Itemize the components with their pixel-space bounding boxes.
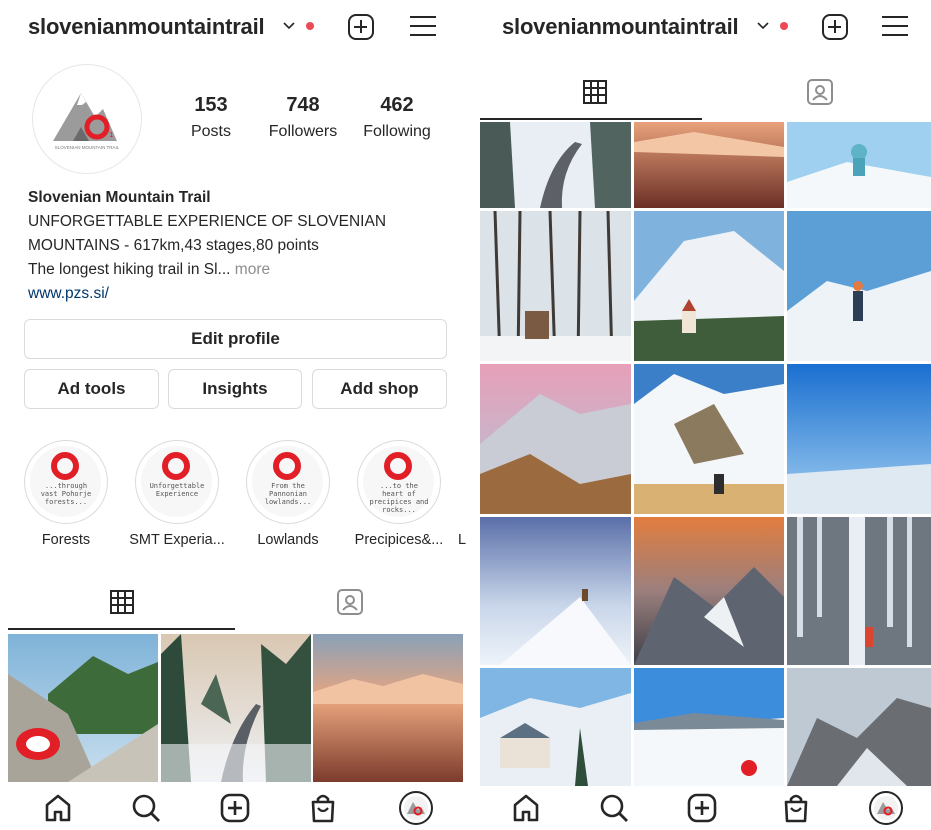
stat-following-value: 462 [380, 94, 414, 116]
chevron-down-icon[interactable] [282, 20, 296, 30]
edit-profile-button[interactable]: Edit profile [24, 319, 447, 359]
tab-tagged[interactable] [702, 72, 931, 120]
create-icon[interactable] [684, 790, 720, 826]
highlight-label: Lowlands [257, 532, 319, 548]
post-thumbnail[interactable] [8, 634, 158, 782]
profile-screen-scrolled: slovenianmountaintrail [472, 0, 931, 830]
tab-grid[interactable] [472, 72, 702, 120]
svg-text:1: 1 [109, 131, 113, 139]
profile-tabs [472, 72, 931, 120]
website-link[interactable]: www.pzs.si/ [28, 282, 448, 306]
active-tab-indicator [8, 628, 235, 630]
add-shop-button[interactable]: Add shop [312, 369, 447, 409]
display-name: Slovenian Mountain Trail [28, 189, 211, 206]
stat-followers-label: Followers [268, 123, 338, 140]
username-title[interactable]: slovenianmountaintrail [502, 14, 739, 40]
grid-icon [583, 80, 607, 104]
post-thumbnail[interactable] [634, 668, 784, 786]
post-thumbnail[interactable] [634, 517, 784, 665]
ad-tools-button[interactable]: Ad tools [24, 369, 159, 409]
post-thumbnail[interactable] [313, 634, 463, 782]
profile-avatar-icon[interactable] [398, 790, 434, 826]
notification-dot [780, 22, 788, 30]
shop-icon[interactable] [305, 790, 341, 826]
profile-tabs [0, 582, 470, 630]
stat-followers-value: 748 [286, 94, 320, 116]
new-post-icon[interactable] [348, 14, 374, 40]
menu-icon[interactable] [882, 15, 908, 37]
profile-header: slovenianmountaintrail [472, 0, 931, 56]
profile-avatar[interactable]: 1 SLOVENIAN MOUNTAIN TRAIL [32, 64, 142, 174]
stat-following[interactable]: 462 Following [352, 94, 442, 141]
bottom-navigation [472, 786, 931, 830]
insights-button[interactable]: Insights [168, 369, 302, 409]
search-icon[interactable] [128, 790, 164, 826]
post-thumbnail[interactable] [480, 668, 631, 786]
username-title[interactable]: slovenianmountaintrail [28, 14, 265, 40]
post-thumbnail[interactable] [480, 364, 631, 514]
highlight-lowlands[interactable]: From the Pannonian lowlands... Lowlands [244, 440, 332, 552]
highlight-label: Precipices&... [354, 532, 444, 548]
home-icon[interactable] [508, 790, 544, 826]
search-icon[interactable] [596, 790, 632, 826]
stat-followers[interactable]: 748 Followers [258, 94, 348, 141]
profile-header: slovenianmountaintrail [0, 0, 470, 56]
post-thumbnail[interactable] [480, 122, 631, 208]
new-post-icon[interactable] [822, 14, 848, 40]
profile-bio: Slovenian Mountain Trail UNFORGETTABLE E… [28, 186, 448, 306]
tagged-icon [337, 589, 363, 615]
post-thumbnail[interactable] [161, 634, 311, 782]
highlight-forests[interactable]: ...through vast Pohorje forests... Fores… [22, 440, 110, 552]
post-thumbnail[interactable] [787, 668, 931, 786]
active-tab-indicator [480, 118, 702, 120]
bio-more-link[interactable]: more [235, 261, 270, 278]
stat-posts-label: Posts [190, 123, 231, 140]
create-icon[interactable] [217, 790, 253, 826]
bio-line-1: UNFORGETTABLE EXPERIENCE OF SLOVENIAN [28, 213, 387, 230]
chevron-down-icon[interactable] [756, 20, 770, 30]
post-thumbnail[interactable] [634, 364, 784, 514]
post-thumbnail[interactable] [480, 517, 631, 665]
post-thumbnail[interactable] [634, 211, 784, 361]
highlight-partial-label[interactable]: L [458, 532, 466, 548]
tagged-icon [807, 79, 833, 105]
shop-icon[interactable] [778, 790, 814, 826]
highlight-cover-text: ...to the heart of precipices and rocks.… [369, 482, 429, 514]
tab-tagged[interactable] [235, 582, 470, 630]
profile-avatar-icon[interactable] [868, 790, 904, 826]
post-thumbnail[interactable] [787, 364, 931, 514]
highlight-cover-text: Unforgettable Experience [149, 482, 205, 498]
highlight-precipices[interactable]: ...to the heart of precipices and rocks.… [355, 440, 443, 552]
stat-posts-value: 153 [194, 94, 228, 116]
profile-screen: slovenianmountaintrail 1 SLOVENIAN MOUNT… [0, 0, 470, 830]
menu-icon[interactable] [410, 15, 436, 37]
highlight-label: SMT Experia... [129, 532, 225, 548]
bio-line-2: MOUNTAINS - 617km,43 stages,80 points [28, 237, 319, 254]
highlight-cover-text: ...through vast Pohorje forests... [40, 482, 92, 506]
avatar-caption: SLOVENIAN MOUNTAIN TRAIL [54, 145, 120, 150]
grid-icon [110, 590, 134, 614]
home-icon[interactable] [40, 790, 76, 826]
post-thumbnail[interactable] [634, 122, 784, 208]
post-thumbnail[interactable] [787, 122, 931, 208]
highlight-label: Forests [41, 532, 91, 548]
highlight-cover-text: From the Pannonian lowlands... [264, 482, 312, 506]
stat-posts[interactable]: 153 Posts [166, 94, 256, 141]
stat-following-label: Following [363, 123, 431, 140]
bottom-navigation [0, 786, 470, 830]
post-thumbnail[interactable] [480, 211, 631, 361]
post-thumbnail[interactable] [787, 517, 931, 665]
bio-line-3: The longest hiking trail in Sl... [28, 261, 231, 278]
post-thumbnail[interactable] [787, 211, 931, 361]
tab-grid[interactable] [0, 582, 235, 630]
notification-dot [306, 22, 314, 30]
highlight-smt-experience[interactable]: Unforgettable Experience SMT Experia... [129, 440, 225, 552]
